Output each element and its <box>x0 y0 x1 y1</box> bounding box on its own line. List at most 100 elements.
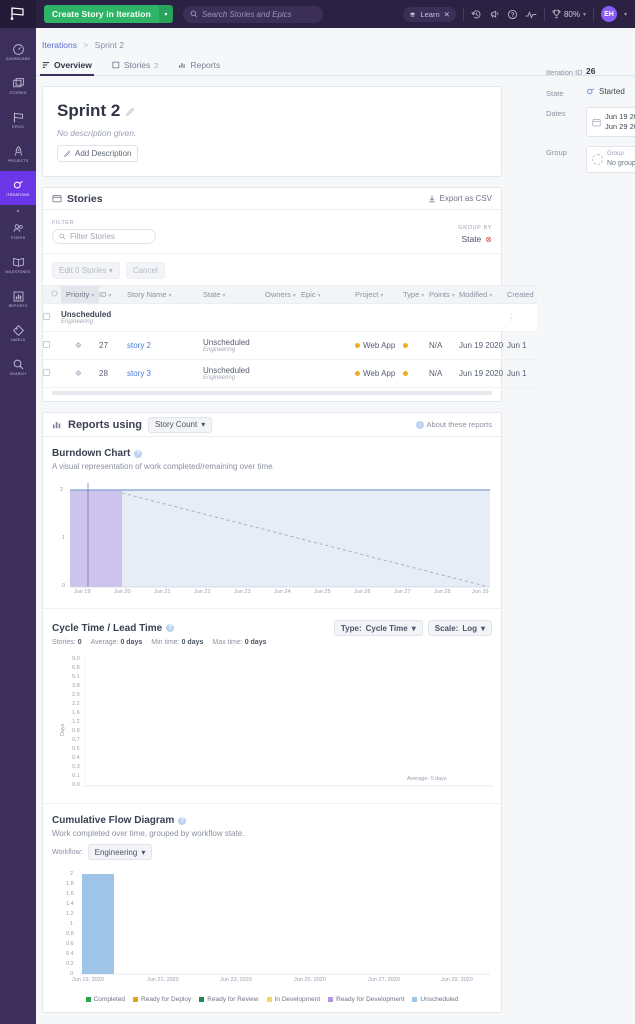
breadcrumb-iterations-link[interactable]: Iterations <box>42 40 77 50</box>
row-story-name[interactable]: story 2 <box>127 331 203 360</box>
activity-pulse-icon[interactable] <box>525 9 537 20</box>
column-story-name[interactable]: Story Name ▾ <box>127 285 203 304</box>
learn-close-icon[interactable]: ✕ <box>444 10 450 19</box>
stories-filter-row: Filter Filter Stories Group by Stat <box>43 210 501 254</box>
sidebar-item-epics[interactable]: Epics <box>0 103 36 137</box>
stories-table-header-row: Priority ▾ ID ▾ Story Name ▾ State ▾ Owners ▾… <box>43 285 537 304</box>
progress-trophy[interactable]: 80% ▾ <box>552 9 586 19</box>
group-select-cell[interactable] <box>43 303 61 332</box>
announcements-megaphone-icon[interactable] <box>489 9 500 20</box>
horizontal-scrollbar[interactable] <box>52 391 492 395</box>
help-icon[interactable] <box>507 9 518 20</box>
y-tick: 1.2 <box>72 719 80 725</box>
account-chevron-down-icon[interactable]: ▾ <box>624 11 627 18</box>
story-link[interactable]: story 2 <box>127 341 151 350</box>
legend-item-completed[interactable]: Completed <box>85 996 125 1003</box>
iteration-dates-picker[interactable]: Jun 19 2020 Jun 29 2020 <box>586 107 635 138</box>
y-tick: 0.2 <box>66 961 74 967</box>
legend-item-ready-for-review[interactable]: Ready for Review <box>199 996 259 1003</box>
create-story-dropdown-caret[interactable]: ▾ <box>158 5 173 23</box>
column-id[interactable]: ID ▾ <box>99 285 127 304</box>
cycle-time-type-select[interactable]: Type: Cycle Time ▾ <box>333 620 423 636</box>
bulk-edit-button[interactable]: Edit 0 Stories ▾ <box>52 262 120 279</box>
group-by-value[interactable]: State ⊗ <box>458 234 492 244</box>
column-epic[interactable]: Epic ▾ <box>301 285 355 304</box>
sidebar-item-reports[interactable]: Reports <box>0 282 36 316</box>
iteration-group-text: Group No group <box>607 151 635 168</box>
row-priority-cell[interactable]: ✥ <box>61 359 99 388</box>
sidebar-item-labels[interactable]: Labels <box>0 316 36 350</box>
info-icon[interactable]: ? <box>134 449 143 458</box>
create-story-button[interactable]: Create Story in Iteration <box>44 5 159 23</box>
group-title: Group <box>607 151 624 158</box>
export-csv-label: Export as CSV <box>439 194 492 203</box>
avatar[interactable]: EH <box>600 6 617 22</box>
average-annotation: Average: 0 days <box>407 776 447 782</box>
pencil-icon[interactable] <box>126 107 135 116</box>
group-by-group: Group by State ⊗ <box>458 225 492 244</box>
bulk-cancel-button[interactable]: Cancel <box>125 262 165 279</box>
row-select-cell[interactable] <box>43 359 61 388</box>
checkbox[interactable] <box>43 313 50 320</box>
sidebar-item-stories[interactable]: Stories <box>0 69 36 103</box>
sidebar-collapse-toggle[interactable]: ▴ <box>16 207 19 214</box>
sidebar-item-iterations[interactable]: Iterations <box>0 171 36 205</box>
info-icon[interactable]: ? <box>178 816 187 825</box>
tab-stories[interactable]: Stories 2 <box>112 60 158 75</box>
drag-handle-icon[interactable]: ✥ <box>75 341 82 350</box>
app-logo[interactable] <box>0 0 36 28</box>
checkbox[interactable] <box>43 369 50 376</box>
column-project[interactable]: Project ▾ <box>355 285 403 304</box>
cycle-time-scale-select[interactable]: Scale: Log ▾ <box>427 620 492 636</box>
chevron-down-icon: ▾ <box>141 847 146 857</box>
story-link[interactable]: story 3 <box>127 369 151 378</box>
clear-group-by-icon[interactable]: ⊗ <box>485 235 492 244</box>
row-priority-cell[interactable]: ✥ <box>61 331 99 360</box>
export-csv-button[interactable]: Export as CSV <box>428 194 492 203</box>
table-row[interactable]: ✥ 28 story 3 Unscheduled Engineering Web… <box>43 359 537 388</box>
sidebar-item-milestones[interactable]: Milestones <box>0 248 36 282</box>
y-tick: 0.0 <box>72 782 80 788</box>
sidebar-item-search[interactable]: Search <box>0 350 36 384</box>
row-story-name[interactable]: story 3 <box>127 359 203 388</box>
metric-select[interactable]: Story Count ▾ <box>147 416 213 433</box>
sort-icon: ▾ <box>421 293 425 299</box>
page-title: Sprint 2 <box>57 101 121 120</box>
checkbox[interactable] <box>43 341 50 348</box>
select-all-header[interactable] <box>43 285 61 304</box>
table-row[interactable]: ✥ 27 story 2 Unscheduled Engineering Web… <box>43 331 537 360</box>
sidebar-item-states[interactable]: States <box>0 214 36 248</box>
add-description-button[interactable]: Add Description <box>57 145 139 162</box>
iteration-header-card: Sprint 2 No description given. Add Descr… <box>42 86 502 177</box>
sidebar-item-projects[interactable]: Projects <box>0 137 36 171</box>
workflow-select[interactable]: Engineering ▾ <box>87 844 153 860</box>
drag-handle-icon[interactable]: ✥ <box>75 369 82 378</box>
row-select-cell[interactable] <box>43 331 61 360</box>
iteration-state-value[interactable]: Started <box>586 87 635 96</box>
burndown-title-row: Burndown Chart ? <box>52 448 492 459</box>
iteration-group-select[interactable]: Group No group <box>586 146 635 174</box>
filter-stories-input[interactable]: Filter Stories <box>52 229 156 244</box>
legend-item-ready-for-deploy[interactable]: Ready for Deploy <box>133 996 191 1003</box>
tab-reports[interactable]: Reports <box>178 60 220 75</box>
search-box[interactable]: Search Stories and Epics <box>182 5 323 23</box>
info-icon[interactable]: ? <box>166 624 175 632</box>
column-label: Project <box>355 290 379 299</box>
sidebar-item-dashboard[interactable]: Dashboard <box>0 35 36 69</box>
legend-item-ready-for-development[interactable]: Ready for Development <box>328 996 404 1003</box>
cycle-time-plot <box>84 654 494 787</box>
column-points[interactable]: Points ▾ <box>429 285 459 304</box>
column-created[interactable]: Created <box>507 285 537 304</box>
history-icon[interactable] <box>471 9 482 20</box>
legend-item-unscheduled[interactable]: Unscheduled <box>412 996 458 1003</box>
column-priority[interactable]: Priority ▾ <box>61 285 99 304</box>
burndown-chart: 2 1 0 Jun 19 Jun 20 Jun 21 Jun 22 Jun 23… <box>52 479 492 599</box>
column-state[interactable]: State ▾ <box>203 285 265 304</box>
column-modified[interactable]: Modified ▾ <box>459 285 507 304</box>
column-type[interactable]: Type ▾ <box>403 285 429 304</box>
column-owners[interactable]: Owners ▾ <box>265 285 301 304</box>
about-reports-link[interactable]: i About these reports <box>415 420 492 429</box>
tab-overview[interactable]: Overview <box>40 60 94 76</box>
learn-pill[interactable]: Learn ✕ <box>403 6 456 22</box>
legend-item-in-development[interactable]: In Development <box>266 996 320 1003</box>
